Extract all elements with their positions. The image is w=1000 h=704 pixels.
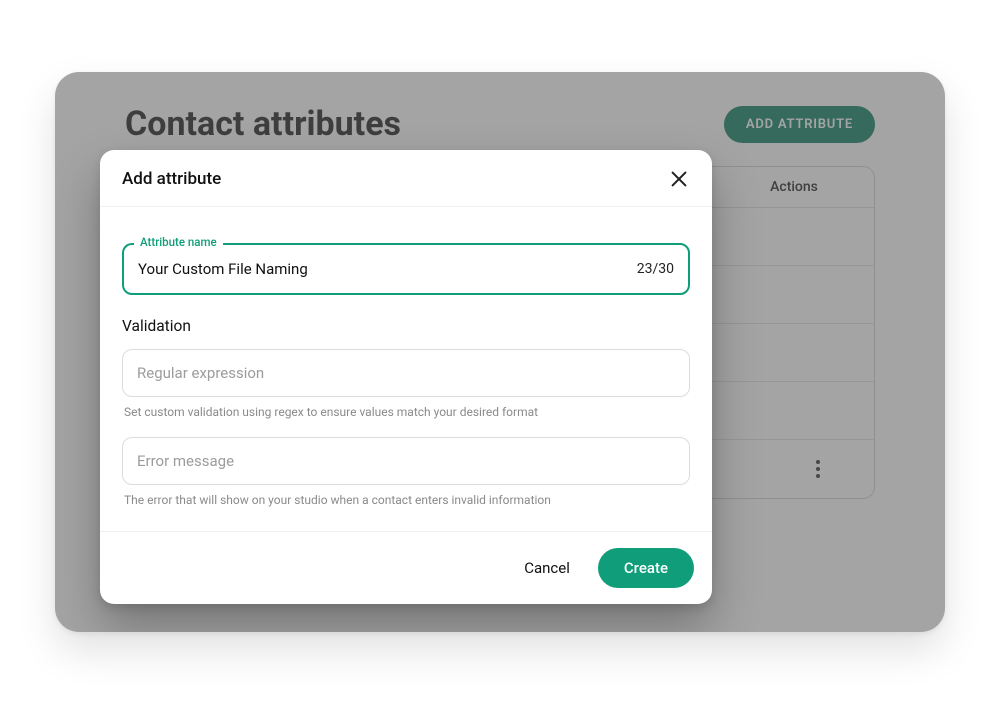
app-window: Contact attributes ADD ATTRIBUTE Attribu… bbox=[55, 72, 945, 632]
attribute-name-counter: 23/30 bbox=[637, 261, 674, 277]
attribute-name-field: Attribute name 23/30 bbox=[122, 243, 690, 295]
cancel-button[interactable]: Cancel bbox=[518, 558, 576, 578]
regex-hint: Set custom validation using regex to ens… bbox=[124, 405, 688, 419]
attribute-name-input[interactable] bbox=[122, 243, 690, 295]
validation-section-label: Validation bbox=[122, 317, 690, 335]
error-message-input[interactable] bbox=[122, 437, 690, 485]
add-attribute-modal: Add attribute Attribute name 23/30 Valid… bbox=[100, 150, 712, 604]
modal-title: Add attribute bbox=[122, 169, 221, 189]
create-button[interactable]: Create bbox=[598, 548, 694, 588]
error-message-hint: The error that will show on your studio … bbox=[124, 493, 688, 507]
attribute-name-label: Attribute name bbox=[134, 235, 223, 249]
close-icon[interactable] bbox=[668, 168, 690, 190]
regex-input[interactable] bbox=[122, 349, 690, 397]
